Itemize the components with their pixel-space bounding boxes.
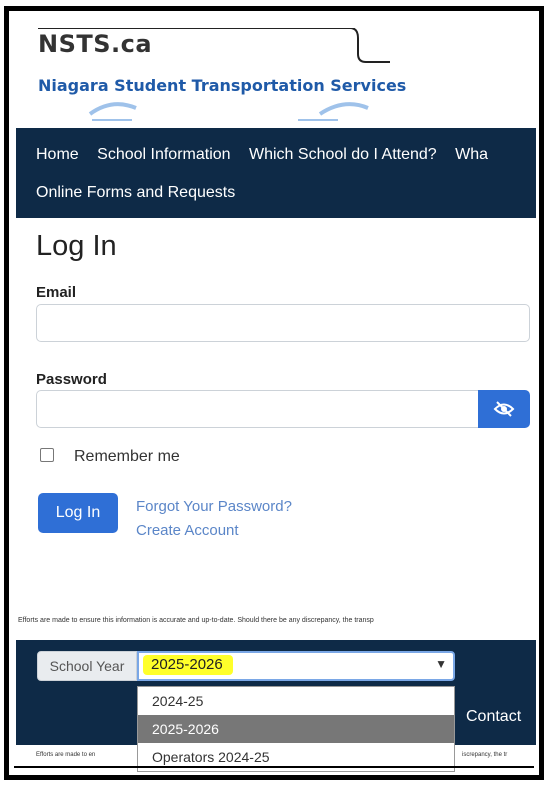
password-field[interactable] bbox=[36, 390, 480, 428]
disclaimer-text: Efforts are made to ensure this informat… bbox=[18, 617, 374, 624]
school-year-option[interactable]: 2024-25 bbox=[138, 687, 454, 715]
footer-disclaimer-right: iscrepancy, the tr bbox=[462, 752, 508, 758]
eye-slash-icon bbox=[493, 401, 515, 417]
page-title: Log In bbox=[36, 230, 117, 262]
password-label: Password bbox=[36, 371, 107, 388]
bottom-divider bbox=[14, 766, 534, 768]
nav-item-which-school[interactable]: Which School do I Attend? bbox=[249, 146, 437, 163]
nav-row-2: Online Forms and Requests bbox=[36, 184, 249, 202]
school-year-selected-value: 2025-2026 bbox=[143, 655, 233, 675]
nav-item-truncated[interactable]: Wha bbox=[455, 146, 488, 163]
create-account-link[interactable]: Create Account bbox=[136, 522, 239, 539]
nav-item-school-information[interactable]: School Information bbox=[97, 146, 230, 163]
nav-row-1: Home School Information Which School do … bbox=[36, 146, 502, 164]
site-logo[interactable]: NSTS.ca Niagara Student Transportation S… bbox=[32, 28, 406, 128]
forgot-password-link[interactable]: Forgot Your Password? bbox=[136, 498, 292, 515]
remember-me-label[interactable]: Remember me bbox=[74, 448, 180, 466]
contact-link[interactable]: Contact bbox=[466, 708, 521, 726]
nav-item-home[interactable]: Home bbox=[36, 146, 79, 163]
toggle-password-button[interactable] bbox=[478, 390, 530, 428]
footer-disclaimer-left: Efforts are made to en bbox=[36, 752, 96, 758]
remember-me-checkbox[interactable] bbox=[40, 448, 54, 462]
email-label: Email bbox=[36, 284, 77, 301]
main-nav: Home School Information Which School do … bbox=[16, 128, 536, 218]
chevron-down-icon: ▼ bbox=[435, 657, 447, 671]
school-year-select[interactable]: 2025-2026 ▼ bbox=[137, 651, 455, 681]
email-field[interactable] bbox=[36, 304, 530, 342]
logo-short-name: NSTS.ca bbox=[38, 30, 153, 58]
school-year-options: 2024-25 2025-2026 Operators 2024-25 bbox=[137, 686, 455, 772]
logo-full-name: Niagara Student Transportation Services bbox=[38, 76, 407, 95]
school-year-option-selected[interactable]: 2025-2026 bbox=[138, 715, 454, 743]
nav-item-online-forms[interactable]: Online Forms and Requests bbox=[36, 184, 235, 201]
login-button[interactable]: Log In bbox=[38, 493, 118, 533]
school-year-label: School Year bbox=[37, 651, 137, 681]
